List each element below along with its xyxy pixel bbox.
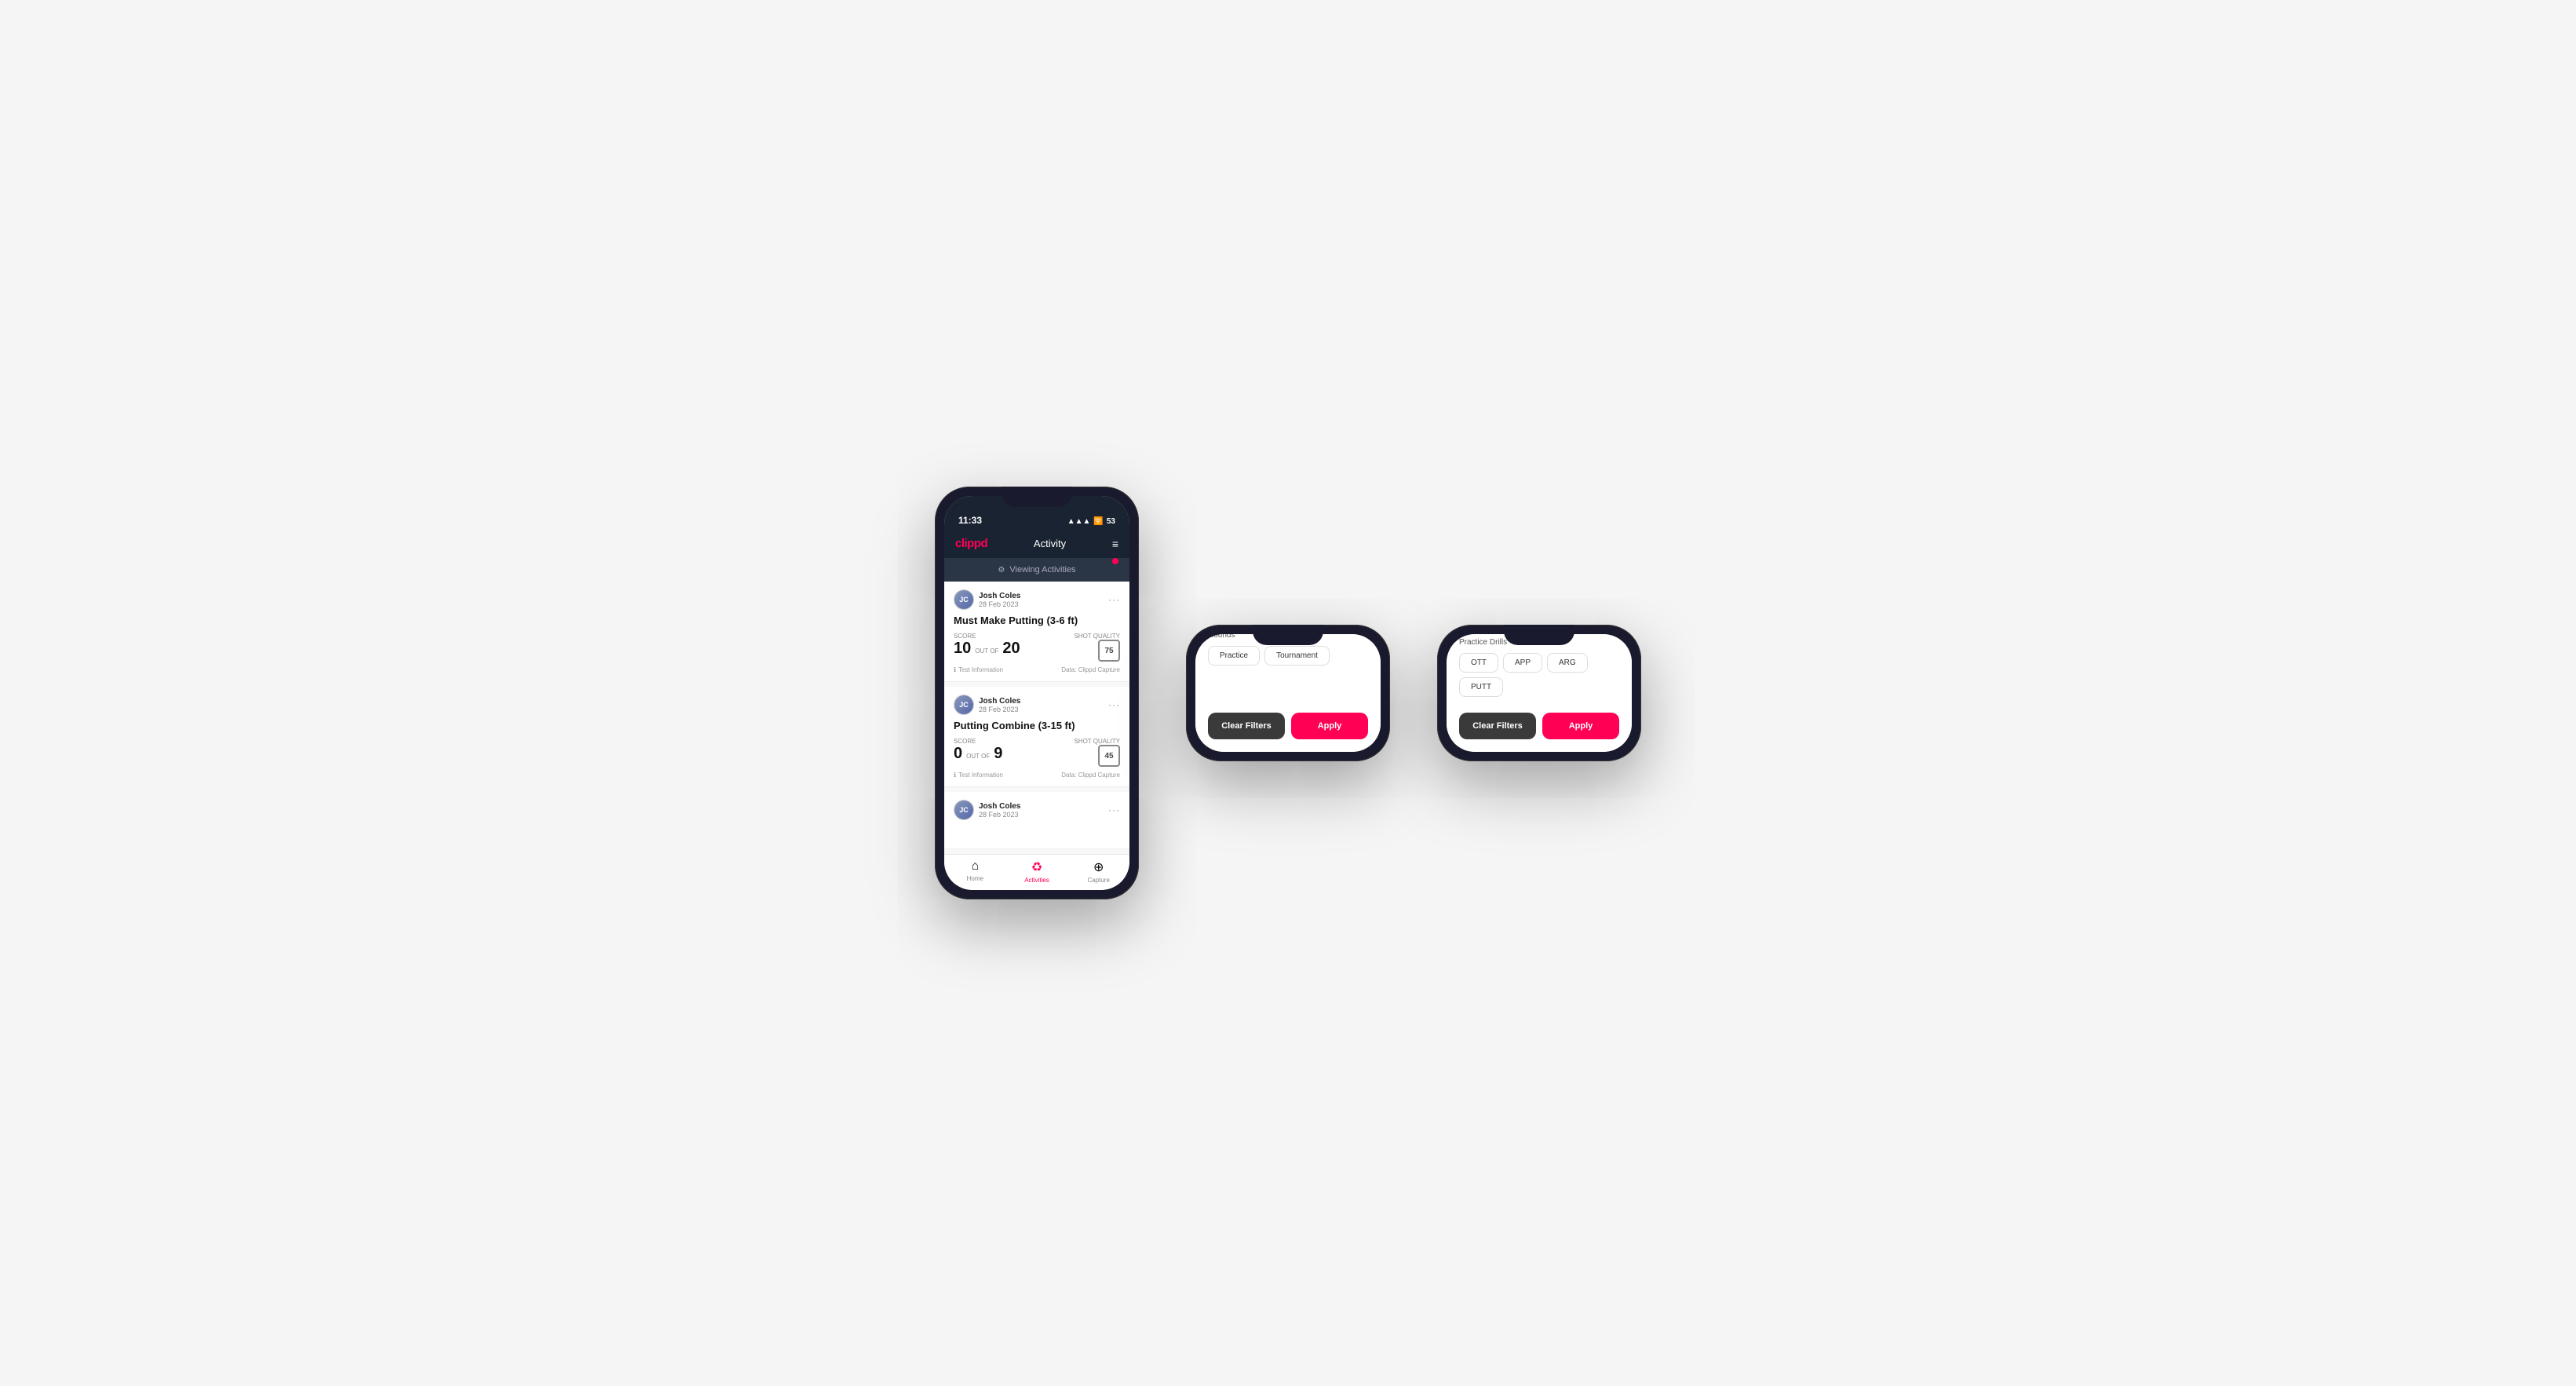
chip-app-3[interactable]: APP: [1503, 653, 1542, 673]
activity-card-2[interactable]: JC Josh Coles 28 Feb 2023 ··· Putting Co…: [944, 687, 1129, 787]
user-date-3: 28 Feb 2023: [979, 811, 1020, 819]
chip-ott-3[interactable]: OTT: [1459, 653, 1498, 673]
wifi-icon: 🛜: [1093, 517, 1103, 526]
clear-filters-button-2[interactable]: Clear Filters: [1208, 713, 1285, 739]
chip-arg-3[interactable]: ARG: [1547, 653, 1588, 673]
signal-icon: ▲▲▲: [1067, 517, 1091, 526]
sq-label-1: Shot Quality: [1074, 633, 1120, 640]
tab-home[interactable]: ⌂ Home: [944, 859, 1006, 884]
menu-icon-1[interactable]: ≡: [1112, 538, 1118, 550]
phone-3: 11:33 53 clippd Activity ≡ ⚙ Viewing Act…: [1437, 625, 1641, 761]
chip-tournament-2[interactable]: Tournament: [1264, 646, 1330, 666]
notification-dot-1: [1112, 558, 1118, 564]
modal-overlay-2: Filter ✕ Show Rounds Practice Drills Rou…: [1195, 634, 1381, 752]
phone-1: 11:33 ▲▲▲ 🛜 53 clippd Activity ≡ ⚙ Viewi…: [935, 487, 1139, 899]
apply-button-3[interactable]: Apply: [1542, 713, 1619, 739]
logo-1: clippd: [955, 537, 987, 550]
more-btn-3[interactable]: ···: [1108, 804, 1120, 815]
more-btn-2[interactable]: ···: [1108, 699, 1120, 710]
viewing-bar-1[interactable]: ⚙ Viewing Activities: [944, 558, 1129, 582]
shots-value-1: 20: [1002, 640, 1020, 658]
status-icons-1: ▲▲▲ 🛜 53: [1067, 517, 1115, 526]
score-value-1: 10: [954, 640, 971, 658]
tab-home-label: Home: [967, 875, 983, 882]
phone-3-screen: 11:33 53 clippd Activity ≡ ⚙ Viewing Act…: [1447, 634, 1632, 752]
activity-title-2: Putting Combine (3-15 ft): [954, 720, 1120, 731]
clear-filters-button-3[interactable]: Clear Filters: [1459, 713, 1536, 739]
activities-icon: ♻: [1031, 859, 1042, 875]
user-date-1: 28 Feb 2023: [979, 600, 1020, 608]
chip-putt-3[interactable]: PUTT: [1459, 677, 1503, 697]
phone-2-screen: 11:33 53 clippd Activity ≡ ⚙ Viewing Act…: [1195, 634, 1381, 752]
phone-2: 11:33 53 clippd Activity ≡ ⚙ Viewing Act…: [1186, 625, 1390, 761]
out-of-1: OUT OF: [975, 647, 998, 655]
sq-label-2: Shot Quality: [1074, 738, 1120, 745]
more-btn-1[interactable]: ···: [1108, 594, 1120, 605]
modal-overlay-3: Filter ✕ Show Rounds Practice Drills Pra…: [1447, 634, 1632, 752]
score-label-2: Score: [954, 738, 1002, 745]
filter-sheet-2: Filter ✕ Show Rounds Practice Drills Rou…: [1195, 634, 1381, 752]
footer-data-1: Data: Clippd Capture: [1061, 666, 1120, 673]
footer-info-text-2: Test Information: [958, 771, 1003, 779]
capture-icon: ⊕: [1093, 859, 1104, 875]
info-icon-1: ℹ: [954, 666, 956, 673]
drill-chips-3: OTT APP ARG PUTT: [1459, 653, 1619, 697]
filter-actions-2: Clear Filters Apply: [1208, 713, 1368, 739]
tab-capture-label: Capture: [1087, 877, 1109, 884]
activity-feed-1: JC Josh Coles 28 Feb 2023 ··· Must Make …: [944, 582, 1129, 854]
score-label-1: Score: [954, 633, 1020, 640]
score-value-2: 0: [954, 745, 962, 763]
viewing-text-1: Viewing Activities: [1009, 565, 1075, 574]
shot-quality-badge-1: 75: [1098, 640, 1120, 662]
chip-practice-2[interactable]: Practice: [1208, 646, 1260, 666]
scene: 11:33 ▲▲▲ 🛜 53 clippd Activity ≡ ⚙ Viewi…: [888, 440, 1688, 946]
apply-button-2[interactable]: Apply: [1291, 713, 1368, 739]
notch-3: [1504, 625, 1574, 645]
home-icon: ⌂: [972, 859, 980, 874]
avatar-2: JC: [954, 695, 974, 715]
out-of-2: OUT OF: [966, 753, 990, 760]
tab-activities-label: Activities: [1024, 877, 1049, 884]
shot-quality-badge-2: 45: [1098, 745, 1120, 767]
footer-info-text-1: Test Information: [958, 666, 1003, 673]
rounds-chips-2: Practice Tournament: [1208, 646, 1368, 666]
filter-icon-1: ⚙: [998, 566, 1005, 574]
footer-data-2: Data: Clippd Capture: [1061, 771, 1120, 779]
filter-actions-3: Clear Filters Apply: [1459, 713, 1619, 739]
notch-1: [1002, 487, 1072, 507]
battery-icon: 53: [1107, 517, 1115, 526]
nav-title-1: Activity: [1034, 538, 1066, 549]
phone-1-screen: 11:33 ▲▲▲ 🛜 53 clippd Activity ≡ ⚙ Viewi…: [944, 496, 1129, 890]
user-name-3: Josh Coles: [979, 802, 1020, 811]
status-time-1: 11:33: [958, 515, 982, 526]
user-name-1: Josh Coles: [979, 592, 1020, 600]
activity-title-1: Must Make Putting (3-6 ft): [954, 615, 1120, 626]
shots-value-2: 9: [994, 745, 1002, 763]
activity-card-3[interactable]: JC Josh Coles 28 Feb 2023 ···: [944, 792, 1129, 849]
tab-activities[interactable]: ♻ Activities: [1006, 859, 1068, 884]
info-icon-2: ℹ: [954, 771, 956, 779]
nav-bar-1: clippd Activity ≡: [944, 531, 1129, 558]
tab-capture[interactable]: ⊕ Capture: [1067, 859, 1129, 884]
notch-2: [1253, 625, 1323, 645]
avatar-3: JC: [954, 800, 974, 820]
user-name-2: Josh Coles: [979, 697, 1020, 706]
avatar-1: JC: [954, 589, 974, 610]
activity-card-1[interactable]: JC Josh Coles 28 Feb 2023 ··· Must Make …: [944, 582, 1129, 682]
filter-sheet-3: Filter ✕ Show Rounds Practice Drills Pra…: [1447, 634, 1632, 752]
tab-bar-1: ⌂ Home ♻ Activities ⊕ Capture: [944, 854, 1129, 890]
user-date-2: 28 Feb 2023: [979, 706, 1020, 713]
